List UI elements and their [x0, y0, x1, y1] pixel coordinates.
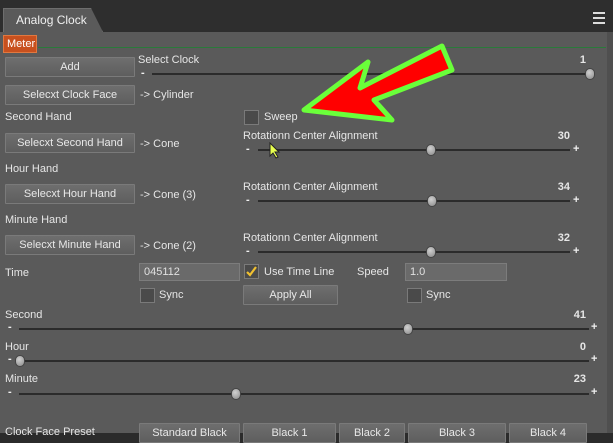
hour-hand-selection: -> Cone (3) [140, 189, 196, 201]
hour-slider-track[interactable] [19, 360, 589, 362]
minus-sign: - [8, 386, 12, 398]
time-field[interactable]: 045112 [139, 263, 240, 281]
tab-meter[interactable]: Meter [3, 35, 37, 53]
sync-checkbox-1[interactable] [140, 288, 155, 303]
minus-sign: - [141, 67, 145, 79]
minus-sign: - [246, 143, 250, 155]
hour-hand-section-label: Hour Hand [5, 163, 59, 175]
sync-label-1: Sync [159, 289, 184, 301]
select-clock-knob[interactable] [585, 68, 595, 80]
second-slider-value: 41 [573, 309, 586, 321]
minute-hand-section-label: Minute Hand [5, 214, 68, 226]
hamburger-menu-icon[interactable] [590, 9, 608, 27]
second-slider-knob[interactable] [403, 323, 413, 335]
preset-black-1-button[interactable]: Black 1 [243, 423, 336, 443]
preset-black-4-button[interactable]: Black 4 [509, 423, 587, 443]
second-slider-track[interactable] [19, 328, 589, 330]
minute-slider-value: 23 [573, 373, 586, 385]
minus-sign: - [246, 194, 250, 206]
hour-rotation-knob[interactable] [427, 195, 437, 207]
clock-face-selection: -> Cylinder [140, 89, 194, 101]
preset-black-3-button[interactable]: Black 3 [408, 423, 506, 443]
scrollbar[interactable] [607, 32, 613, 433]
second-rotation-track[interactable] [258, 149, 570, 151]
minute-hand-selection: -> Cone (2) [140, 240, 196, 252]
second-slider-label: Second [5, 309, 43, 321]
minute-slider-track[interactable] [19, 393, 589, 395]
speed-label: Speed [357, 266, 389, 278]
hour-rotation-label: Rotationn Center Alignment [243, 181, 378, 193]
tab-analog-clock[interactable]: Analog Clock [3, 8, 103, 32]
second-rotation-knob[interactable] [426, 144, 436, 156]
select-clock-face-button[interactable]: Selecxt Clock Face [5, 85, 135, 105]
minute-rotation-label: Rotationn Center Alignment [243, 232, 378, 244]
hour-slider-knob[interactable] [15, 355, 25, 367]
minute-slider-label: Minute [5, 373, 39, 385]
select-second-hand-button[interactable]: Selecxt Second Hand [5, 133, 135, 153]
minus-sign: - [246, 245, 250, 257]
hour-slider-label: Hour [5, 341, 29, 353]
clock-face-preset-label: Clock Face Preset [5, 426, 95, 438]
plus-sign: + [573, 143, 580, 155]
hour-rotation-track[interactable] [258, 200, 570, 202]
arrow-icon [301, 43, 455, 123]
mouse-cursor-icon [269, 142, 281, 159]
use-time-line-label: Use Time Line [264, 266, 335, 278]
plus-sign: + [591, 386, 598, 398]
select-hour-hand-button[interactable]: Selecxt Hour Hand [5, 184, 135, 204]
minute-rotation-track[interactable] [258, 251, 570, 253]
select-clock-value: 1 [579, 54, 586, 66]
use-time-line-checkbox[interactable] [244, 264, 259, 279]
preset-black-2-button[interactable]: Black 2 [339, 423, 405, 443]
second-hand-section-label: Second Hand [5, 111, 72, 123]
minus-sign: - [8, 353, 12, 365]
sync-label-2: Sync [426, 289, 451, 301]
hour-slider-value: 0 [579, 341, 586, 353]
plus-sign: + [573, 194, 580, 206]
sync-checkbox-2[interactable] [407, 288, 422, 303]
select-minute-hand-button[interactable]: Selecxt Minute Hand [5, 235, 135, 255]
second-rotation-value: 30 [557, 130, 570, 142]
second-hand-selection: -> Cone [140, 138, 180, 150]
preset-standard-black-button[interactable]: Standard Black [139, 423, 240, 443]
select-clock-label: Select Clock [138, 54, 200, 66]
checkmark-icon [246, 266, 257, 277]
speed-field[interactable]: 1.0 [405, 263, 507, 281]
plus-sign: + [591, 321, 598, 333]
apply-all-button[interactable]: Apply All [243, 285, 338, 305]
minus-sign: - [8, 321, 12, 333]
plus-sign: + [573, 245, 580, 257]
time-label: Time [5, 267, 30, 279]
add-button[interactable]: Add [5, 57, 135, 77]
minute-rotation-value: 32 [557, 232, 570, 244]
sweep-checkbox[interactable] [244, 110, 259, 125]
hour-rotation-value: 34 [557, 181, 570, 193]
plus-sign: + [591, 353, 598, 365]
minute-rotation-knob[interactable] [426, 246, 436, 258]
minute-slider-knob[interactable] [231, 388, 241, 400]
